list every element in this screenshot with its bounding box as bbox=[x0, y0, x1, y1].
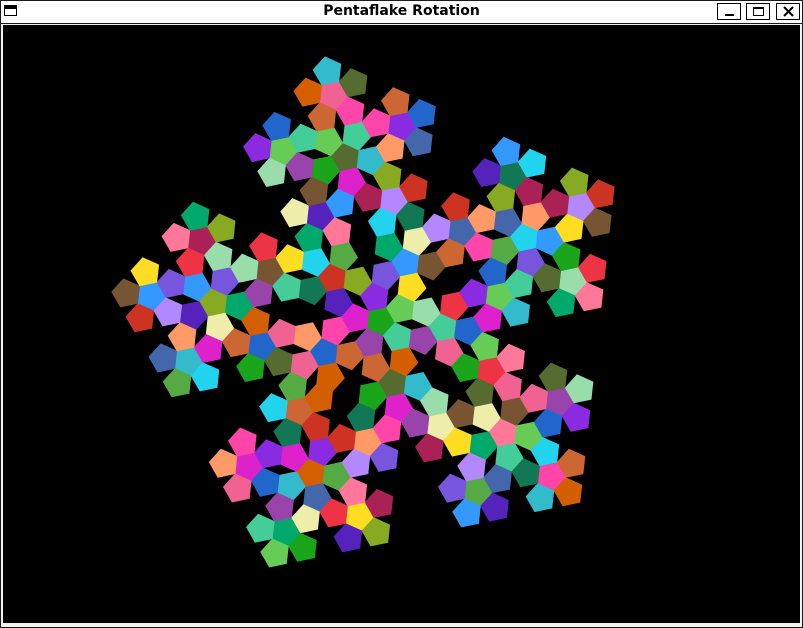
pentagon bbox=[312, 56, 342, 86]
close-icon bbox=[783, 6, 794, 17]
pentagon bbox=[280, 198, 309, 228]
pentagon bbox=[381, 87, 410, 117]
window-title: Pentaflake Rotation bbox=[323, 3, 480, 19]
pentagon bbox=[208, 448, 238, 478]
pentagon bbox=[472, 158, 501, 188]
title-bar[interactable]: Pentaflake Rotation bbox=[1, 1, 802, 24]
pentagon bbox=[111, 278, 140, 308]
pentagon bbox=[130, 257, 160, 287]
pentaflake-canvas bbox=[3, 25, 800, 623]
maximize-icon bbox=[753, 7, 764, 16]
pentagon bbox=[180, 201, 210, 231]
maximize-button[interactable] bbox=[746, 3, 770, 20]
pentagon bbox=[538, 362, 568, 392]
pentagon bbox=[293, 77, 322, 107]
pentagon bbox=[228, 427, 257, 457]
pentagon bbox=[438, 473, 467, 503]
pentagon bbox=[246, 513, 275, 543]
minimize-button[interactable] bbox=[717, 3, 741, 20]
minimize-icon bbox=[725, 14, 734, 16]
pentagon bbox=[161, 222, 191, 252]
pentagon bbox=[441, 192, 470, 222]
pentagon bbox=[559, 167, 589, 197]
pentagon bbox=[259, 393, 288, 423]
pentagon bbox=[249, 232, 278, 262]
window-menu-icon[interactable] bbox=[4, 5, 17, 16]
pentagon bbox=[148, 343, 178, 373]
pentagon bbox=[262, 111, 291, 141]
close-button[interactable] bbox=[776, 3, 800, 20]
pentagon bbox=[491, 136, 521, 166]
pentagon bbox=[243, 133, 272, 163]
pentaflake-drawing bbox=[3, 25, 800, 623]
app-window: Pentaflake Rotation bbox=[0, 0, 803, 628]
